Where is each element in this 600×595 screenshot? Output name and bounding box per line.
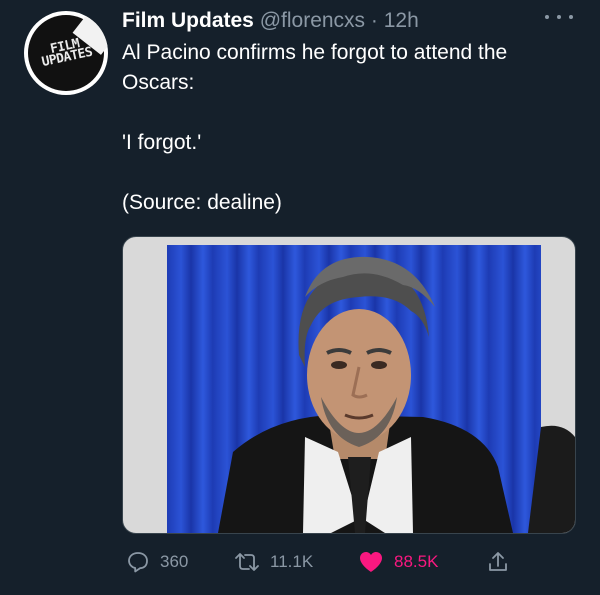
reply-button[interactable]: 360 — [126, 544, 188, 580]
more-horizontal-icon[interactable] — [545, 10, 573, 24]
reply-count: 360 — [160, 552, 189, 571]
avatar[interactable]: FILM UPDATES — [24, 11, 108, 95]
retweet-icon — [235, 553, 259, 571]
tweet[interactable]: FILM UPDATES Film Updates @florencxs · 1… — [0, 0, 600, 595]
tweet-photo[interactable] — [122, 236, 576, 534]
display-name[interactable]: Film Updates — [122, 9, 254, 32]
tweet-header: Film Updates @florencxs · 12h — [122, 6, 419, 36]
handle[interactable]: @florencxs — [260, 9, 365, 32]
tweet-text-line1: Al Pacino confirms he forgot to attend t… — [122, 41, 508, 64]
heart-icon — [360, 552, 382, 572]
tweet-quote: 'I forgot.' — [122, 131, 202, 154]
reply-icon — [128, 552, 148, 573]
tweet-source: (Source: dealine) — [122, 191, 282, 214]
share-button[interactable] — [486, 544, 510, 580]
timestamp[interactable]: 12h — [384, 9, 419, 32]
share-icon — [489, 552, 507, 571]
like-count: 88.5K — [394, 552, 439, 571]
tweet-actions: 360 11.1K 88.5K — [122, 544, 582, 580]
like-button[interactable]: 88.5K — [358, 544, 438, 580]
retweet-count: 11.1K — [270, 552, 314, 571]
retweet-button[interactable]: 11.1K — [234, 544, 313, 580]
tweet-text-line2: Oscars: — [122, 71, 195, 94]
separator-dot: · — [370, 9, 378, 32]
portrait-illustration — [218, 256, 575, 533]
tweet-text: Al Pacino confirms he forgot to attend t… — [122, 38, 582, 218]
